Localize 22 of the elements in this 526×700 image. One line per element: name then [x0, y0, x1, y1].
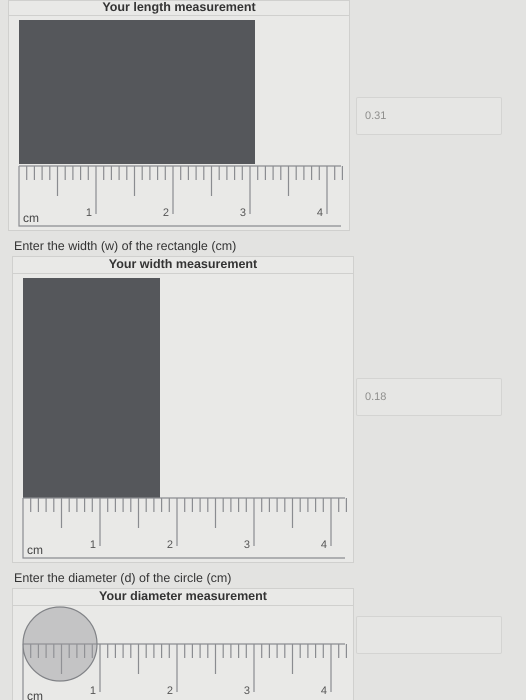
panel-title: Your width measurement	[13, 257, 353, 274]
ruler-number: 4	[316, 207, 323, 219]
answer-field[interactable]: 0.18	[356, 378, 502, 416]
panel-title: Your length measurement	[9, 1, 349, 16]
ruler-number: 1	[86, 207, 92, 219]
ruler-number: 3	[244, 539, 250, 551]
ruler-number: 2	[162, 207, 169, 219]
panel-title: Your diameter measurement	[13, 589, 353, 606]
unit-label: cm	[27, 543, 43, 557]
answer-field[interactable]: 0.31	[356, 96, 502, 134]
unit-label: cm	[23, 211, 39, 225]
question-text: Enter the diameter (d) of the circle (cm)	[13, 570, 232, 587]
ruler-number: 1	[90, 685, 96, 697]
ruler-number: 4	[320, 685, 327, 697]
ruler-number: 2	[166, 685, 173, 697]
ruler-number: 3	[240, 207, 246, 219]
ruler-number: 3	[244, 685, 250, 697]
ruler-number: 1	[90, 539, 96, 551]
unit-label: cm	[27, 689, 43, 700]
question-text: Enter the width (w) of the rectangle (cm)	[13, 238, 238, 255]
ruler-number: 4	[320, 539, 327, 551]
ruler-number: 2	[166, 539, 173, 551]
